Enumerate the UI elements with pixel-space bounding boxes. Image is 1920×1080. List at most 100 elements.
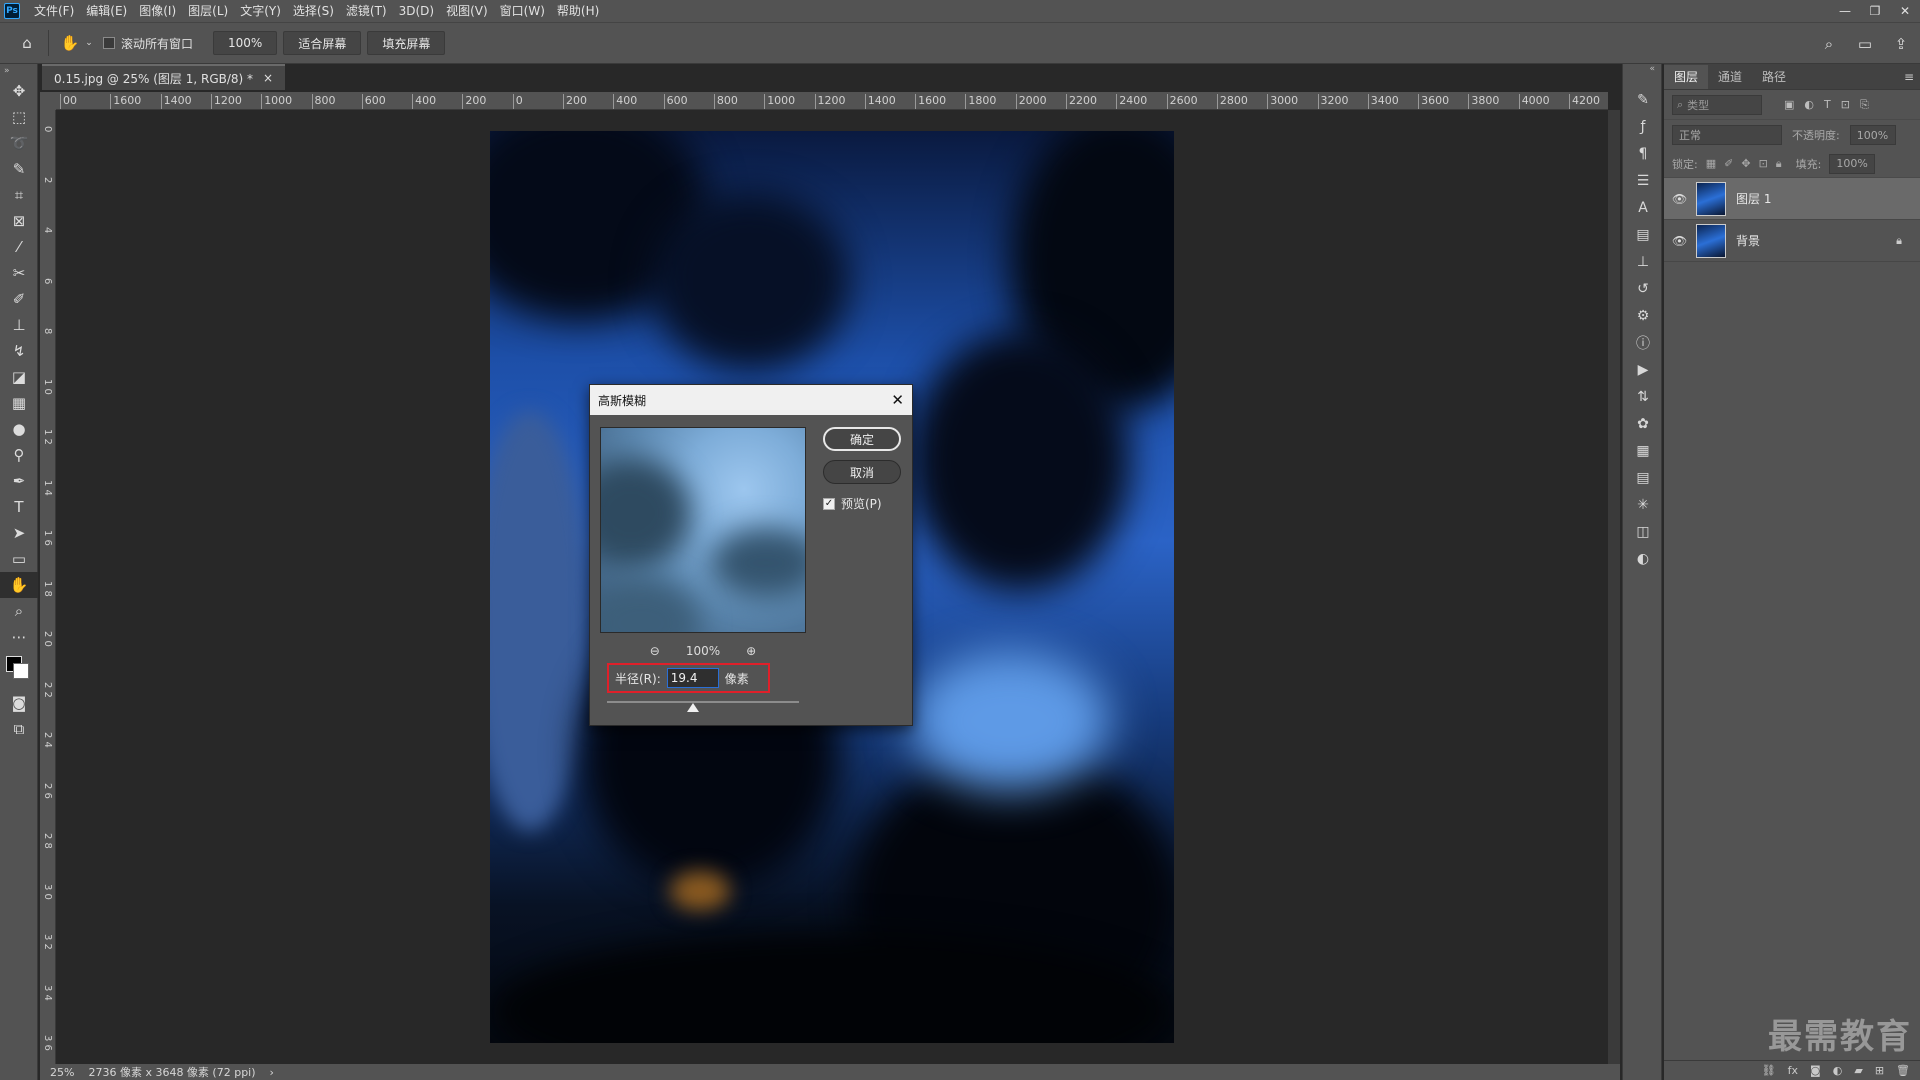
history-brush-icon[interactable]: ↯: [0, 338, 38, 364]
adjustments-icon[interactable]: ☰: [1623, 167, 1663, 194]
image-filter-icon[interactable]: ▣: [1784, 98, 1794, 112]
fill-field[interactable]: 100%: [1829, 153, 1876, 174]
checkbox-box[interactable]: [103, 37, 115, 49]
dialog-title-bar[interactable]: 高斯模糊: [590, 385, 912, 415]
layer-row[interactable]: 👁︎ 图层 1: [1664, 178, 1920, 220]
3d-icon[interactable]: ✳: [1623, 491, 1663, 518]
background-color-icon[interactable]: [13, 663, 29, 679]
zoom-in-icon[interactable]: ⊕: [746, 644, 756, 658]
preview-checkbox[interactable]: ✓ 预览(P): [823, 495, 882, 512]
fill-screen-button[interactable]: 填充屏幕: [367, 31, 446, 55]
collapse-icon[interactable]: «: [1623, 64, 1661, 86]
adjustment-layer-icon[interactable]: ◐: [1833, 1064, 1843, 1077]
lasso-tool-icon[interactable]: ➰: [0, 130, 38, 156]
quick-mask-icon[interactable]: ◙: [0, 690, 38, 716]
lock-icon[interactable]: 🔒︎: [1896, 234, 1902, 248]
radius-input[interactable]: [666, 668, 719, 688]
menu-window[interactable]: 窗口(W): [494, 0, 551, 22]
menu-help[interactable]: 帮助(H): [551, 0, 605, 22]
type-tool-icon[interactable]: T: [0, 494, 38, 520]
screen-mode-icon[interactable]: ⧉: [0, 716, 38, 742]
fit-screen-button[interactable]: 适合屏幕: [283, 31, 362, 55]
lock-artboard-icon[interactable]: ⊡: [1759, 157, 1768, 170]
styles-icon[interactable]: ƒ: [1623, 113, 1663, 140]
blur-tool-icon[interactable]: ●: [0, 416, 38, 442]
cancel-button[interactable]: 取消: [823, 460, 901, 484]
add-mask-icon[interactable]: ◙: [1810, 1064, 1821, 1077]
tool-presets-icon[interactable]: ⚙: [1623, 302, 1663, 329]
menu-3d[interactable]: 3D(D): [393, 0, 440, 22]
new-group-icon[interactable]: ▰: [1854, 1064, 1862, 1077]
eraser-tool-icon[interactable]: ◪: [0, 364, 38, 390]
brush-settings-icon[interactable]: ✎: [1623, 86, 1663, 113]
menu-edit[interactable]: 编辑(E): [80, 0, 133, 22]
properties-icon[interactable]: ◫: [1623, 518, 1663, 545]
timeline-icon[interactable]: ⇅: [1623, 383, 1663, 410]
panel-menu-icon[interactable]: ≡: [1904, 70, 1914, 84]
character-icon[interactable]: A: [1623, 194, 1663, 221]
tab-paths[interactable]: 路径: [1752, 65, 1796, 89]
clone-source-icon[interactable]: ⊥: [1623, 248, 1663, 275]
menu-image[interactable]: 图像(I): [133, 0, 182, 22]
smart-object-filter-icon[interactable]: ⎘: [1860, 98, 1869, 112]
quick-select-tool-icon[interactable]: ✎: [0, 156, 38, 182]
layer-name[interactable]: 背景: [1736, 232, 1760, 249]
path-select-tool-icon[interactable]: ➤: [0, 520, 38, 546]
move-tool-icon[interactable]: ✥: [0, 78, 38, 104]
brush-tool-icon[interactable]: ✐: [0, 286, 38, 312]
tab-channels[interactable]: 通道: [1708, 65, 1752, 89]
radius-slider-track[interactable]: [607, 701, 799, 703]
hand-tool-icon[interactable]: ✋: [0, 572, 38, 598]
menu-filter[interactable]: 滤镜(T): [340, 0, 393, 22]
table-icon[interactable]: ▦: [1623, 437, 1663, 464]
menu-type[interactable]: 文字(Y): [234, 0, 287, 22]
lock-all-icon[interactable]: 🔒︎: [1776, 157, 1782, 171]
history-icon[interactable]: ↺: [1623, 275, 1663, 302]
layer-row[interactable]: 👁︎ 背景 🔒︎: [1664, 220, 1920, 262]
close-window-icon[interactable]: ✕: [1890, 0, 1920, 22]
link-layers-icon[interactable]: ⛓: [1762, 1064, 1776, 1077]
restore-icon[interactable]: ❐: [1860, 0, 1890, 22]
close-icon[interactable]: ✕: [891, 391, 904, 409]
color-swatches[interactable]: [0, 650, 38, 690]
scroll-all-windows-checkbox[interactable]: 滚动所有窗口: [103, 35, 193, 52]
shape-filter-icon[interactable]: ⊡: [1841, 98, 1850, 112]
document-tab[interactable]: 0.15.jpg @ 25% (图层 1, RGB/8) * ×: [42, 64, 286, 90]
swatches-icon[interactable]: ✿: [1623, 410, 1663, 437]
blend-mode-dropdown[interactable]: 正常: [1672, 125, 1782, 145]
type-filter-icon[interactable]: T: [1824, 98, 1831, 112]
stamp-tool-icon[interactable]: ⊥: [0, 312, 38, 338]
delete-layer-icon[interactable]: 🗑︎: [1896, 1064, 1910, 1077]
menu-file[interactable]: 文件(F): [28, 0, 80, 22]
dodge-tool-icon[interactable]: ⚲: [0, 442, 38, 468]
hand-tool-icon[interactable]: ✋: [57, 30, 83, 56]
info-icon[interactable]: ⓘ: [1623, 329, 1663, 356]
visibility-eye-icon[interactable]: 👁︎: [1672, 192, 1687, 206]
zoom-tool-icon[interactable]: ⌕: [0, 598, 38, 624]
menu-layer[interactable]: 图层(L): [182, 0, 234, 22]
search-icon[interactable]: ⌕: [1816, 31, 1842, 57]
radius-slider-handle[interactable]: [687, 703, 700, 712]
share-icon[interactable]: ⇪: [1888, 31, 1914, 57]
lock-position-icon[interactable]: ✥: [1741, 157, 1750, 170]
menu-view[interactable]: 视图(V): [440, 0, 494, 22]
tab-layers[interactable]: 图层: [1664, 65, 1709, 89]
pen-tool-icon[interactable]: ✒: [0, 468, 38, 494]
crop-tool-icon[interactable]: ⌗: [0, 182, 38, 208]
status-zoom[interactable]: 25%: [50, 1066, 74, 1079]
vertical-scrollbar[interactable]: [1608, 110, 1620, 1064]
menu-select[interactable]: 选择(S): [287, 0, 340, 22]
collapse-icon[interactable]: »: [0, 64, 37, 78]
layer-filter-dropdown[interactable]: ⌕ 类型: [1672, 94, 1762, 115]
layer-thumbnail[interactable]: [1696, 181, 1726, 216]
rectangle-tool-icon[interactable]: ▭: [0, 546, 38, 572]
lock-pixels-icon[interactable]: ✐: [1724, 157, 1733, 170]
eyedropper-tool-icon[interactable]: ⁄: [0, 234, 38, 260]
gradient-tool-icon[interactable]: ▦: [0, 390, 38, 416]
visibility-eye-icon[interactable]: 👁︎: [1672, 234, 1687, 248]
lock-transparent-icon[interactable]: ▦: [1706, 157, 1716, 170]
paragraph-icon[interactable]: ¶: [1623, 140, 1663, 167]
layer-style-icon[interactable]: fx: [1788, 1064, 1798, 1077]
workspace-icon[interactable]: ▭: [1852, 31, 1878, 57]
home-icon[interactable]: ⌂: [14, 30, 40, 56]
